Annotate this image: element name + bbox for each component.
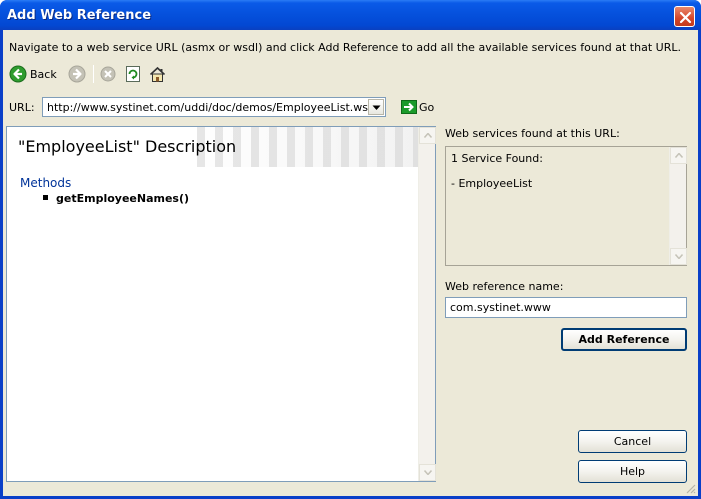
web-reference-name-input[interactable]: com.systinet.www [445, 297, 687, 318]
instructions-text: Navigate to a web service URL (asmx or w… [9, 41, 681, 54]
back-button[interactable]: Back [9, 63, 57, 85]
go-button[interactable]: Go [401, 98, 434, 116]
bullet-icon [43, 195, 48, 200]
stop-button[interactable] [100, 63, 116, 85]
forward-icon [68, 65, 86, 83]
description-header: "EmployeeList" Description [7, 127, 418, 167]
web-reference-name-label: Web reference name: [445, 280, 564, 293]
add-web-reference-dialog: Add Web Reference Navigate to a web serv… [0, 0, 701, 499]
method-list-item[interactable]: getEmployeeNames() [43, 192, 189, 205]
refresh-icon [126, 66, 140, 82]
chevron-up-icon [675, 153, 683, 158]
home-button[interactable] [149, 63, 166, 85]
window-title: Add Web Reference [7, 8, 152, 23]
title-bar[interactable]: Add Web Reference [0, 0, 701, 30]
home-icon [149, 66, 166, 82]
back-label: Back [30, 67, 57, 81]
navigation-toolbar: Back [9, 63, 209, 85]
services-found-label: Web services found at this URL: [445, 127, 620, 140]
services-count: 1 Service Found: [451, 152, 543, 165]
cancel-button[interactable]: Cancel [578, 430, 687, 453]
go-label: Go [419, 100, 435, 114]
scroll-up-button[interactable] [419, 127, 436, 144]
back-icon [9, 65, 27, 83]
url-input[interactable]: http://www.systinet.com/uddi/doc/demos/E… [42, 97, 386, 117]
method-name: getEmployeeNames() [56, 192, 190, 205]
toolbar-separator [93, 65, 94, 83]
services-found-box[interactable]: 1 Service Found: - EmployeeList [445, 146, 687, 266]
description-scrollbar[interactable] [418, 127, 436, 481]
stop-icon [100, 66, 116, 82]
scroll-up-button[interactable] [670, 147, 687, 164]
close-icon [679, 11, 692, 24]
dialog-client: Navigate to a web service URL (asmx or w… [3, 30, 698, 496]
help-button[interactable]: Help [578, 460, 687, 483]
chevron-down-icon [424, 470, 432, 475]
close-button[interactable] [674, 6, 695, 27]
resize-grip-icon[interactable] [684, 482, 696, 494]
refresh-button[interactable] [125, 63, 141, 85]
add-reference-button[interactable]: Add Reference [561, 328, 687, 351]
chevron-down-icon [675, 254, 683, 259]
go-arrow-icon [401, 100, 417, 114]
services-scrollbar[interactable] [669, 147, 687, 265]
service-list-item: - EmployeeList [451, 177, 533, 190]
forward-button[interactable] [68, 63, 86, 85]
scroll-down-button[interactable] [670, 248, 687, 265]
chevron-up-icon [424, 133, 432, 138]
url-dropdown-button[interactable] [368, 99, 384, 115]
service-description-pane[interactable]: "EmployeeList" Description Methods getEm… [6, 126, 436, 482]
description-title: "EmployeeList" Description [18, 137, 237, 156]
url-value: http://www.systinet.com/uddi/doc/demos/E… [47, 101, 379, 114]
web-reference-name-value: com.systinet.www [450, 301, 551, 314]
url-label: URL: [9, 101, 35, 114]
scroll-down-button[interactable] [419, 464, 436, 481]
methods-heading: Methods [20, 176, 72, 190]
chevron-down-icon [372, 105, 381, 110]
